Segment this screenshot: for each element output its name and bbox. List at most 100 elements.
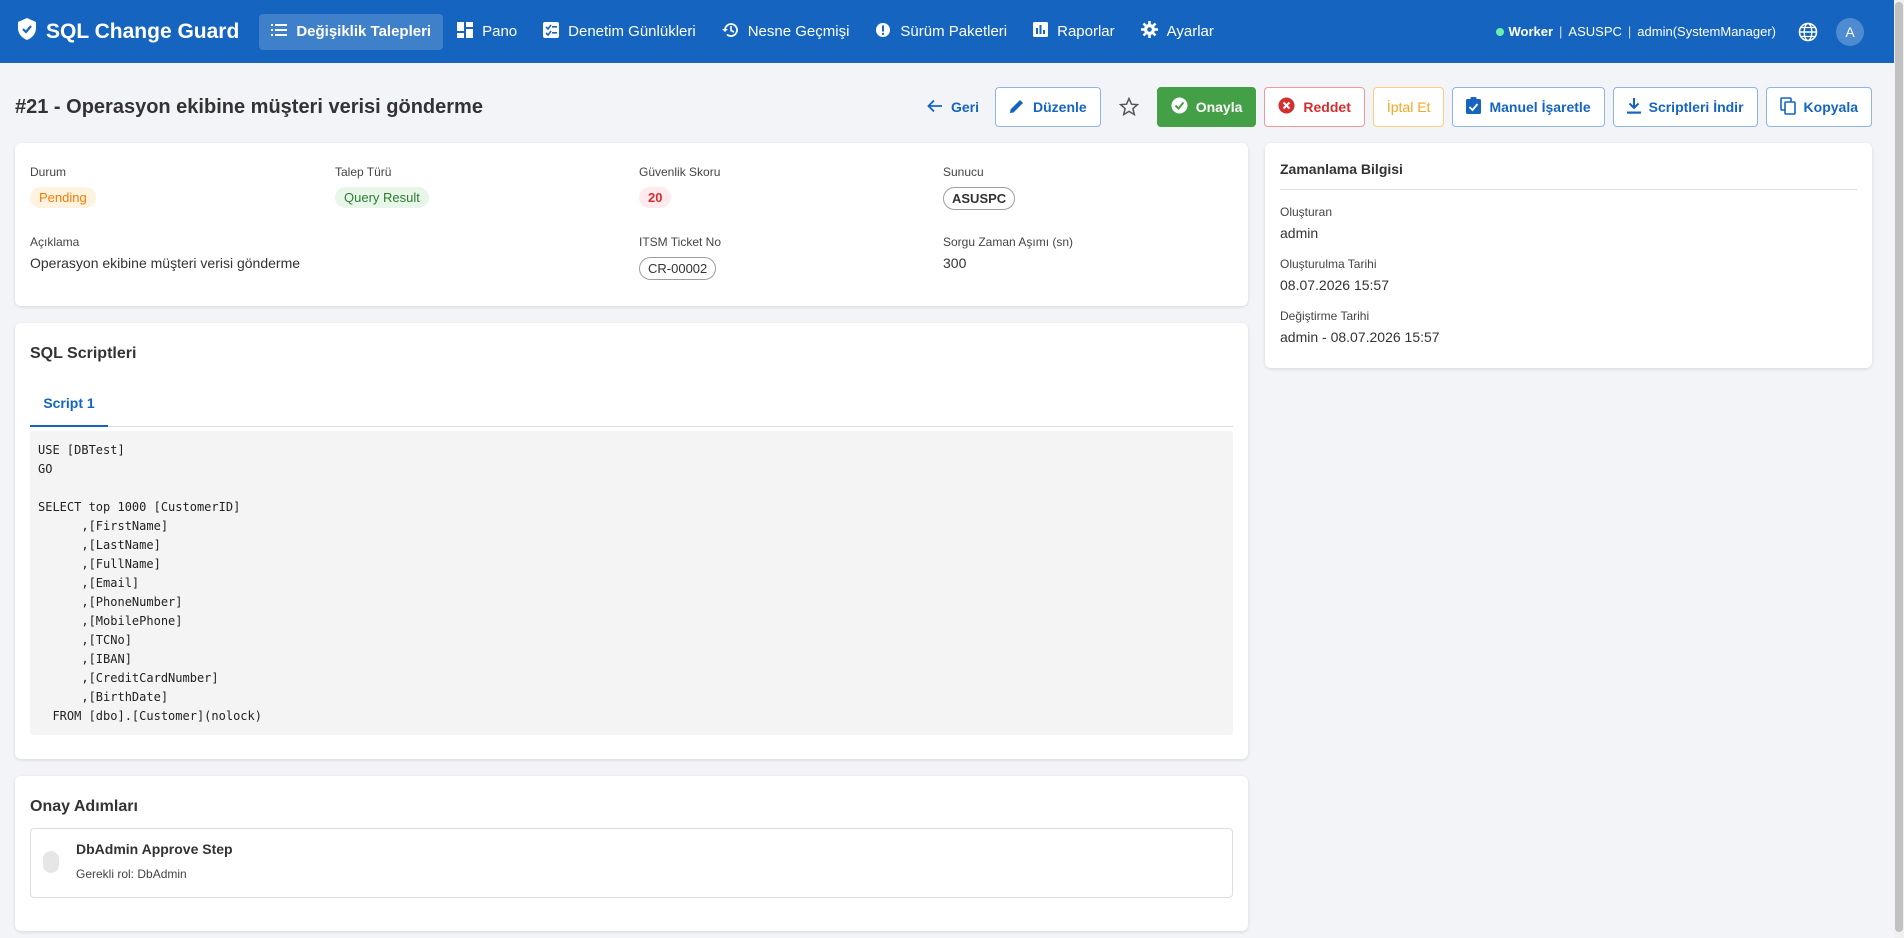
step-required-role: Gerekli rol: DbAdmin (76, 867, 187, 881)
separator: | (1559, 24, 1563, 39)
step-name: DbAdmin Approve Step (76, 841, 233, 857)
type-badge: Query Result (335, 187, 429, 208)
created-at-field: Oluşturulma Tarihi 08.07.2026 15:57 (1280, 257, 1389, 293)
brand[interactable]: SQL Change Guard (16, 17, 239, 47)
reject-button[interactable]: Reddet (1264, 87, 1365, 127)
back-button[interactable]: Geri (919, 87, 987, 127)
approval-step: DbAdmin Approve Step Gerekli rol: DbAdmi… (30, 828, 1233, 898)
approve-label: Onayla (1195, 99, 1243, 115)
avatar[interactable]: A (1836, 17, 1864, 46)
created-by-label: Oluşturan (1280, 205, 1333, 219)
sql-scripts-card: SQL Scriptleri Script 1 USE [DBTest] GO … (15, 323, 1248, 759)
language-globe-icon[interactable] (1798, 22, 1818, 42)
approval-steps-card: Onay Adımları DbAdmin Approve Step Gerek… (15, 776, 1248, 931)
nav-change-requests[interactable]: Değişiklik Talepleri (259, 13, 444, 50)
server-chip: ASUSPC (943, 187, 1016, 210)
timeout-label: Sorgu Zaman Aşımı (sn) (943, 235, 1074, 249)
nav-label: Değişiklik Talepleri (296, 23, 432, 40)
clipboard-check-icon (1466, 97, 1489, 117)
nav-label: Sürüm Paketleri (900, 23, 1008, 40)
timeout-field: Sorgu Zaman Aşımı (sn) 300 (943, 235, 1073, 271)
created-at-value: 08.07.2026 15:57 (1280, 277, 1389, 293)
modified-value: admin - 08.07.2026 15:57 (1280, 329, 1440, 345)
request-info-card: Durum Pending Talep Türü Query Result Gü… (15, 143, 1248, 306)
nav-release-packages[interactable]: Sürüm Paketleri (863, 14, 1019, 50)
nav-audit-logs[interactable]: Denetim Günlükleri (531, 14, 708, 50)
check-circle-icon (1171, 97, 1196, 117)
manual-mark-button[interactable]: Manuel İşaretle (1452, 87, 1605, 127)
cancel-button[interactable]: İptal Et (1372, 87, 1445, 127)
sql-scripts-title: SQL Scriptleri (30, 345, 137, 362)
app-title: SQL Change Guard (46, 19, 240, 43)
approval-steps-title: Onay Adımları (30, 798, 138, 815)
edit-button[interactable]: Düzenle (995, 87, 1101, 127)
timeout-value: 300 (943, 255, 967, 271)
status-label: Durum (30, 165, 67, 179)
cancel-label: İptal Et (1386, 99, 1431, 115)
nav-object-history[interactable]: Nesne Geçmişi (710, 14, 862, 50)
list-icon (271, 23, 296, 41)
tab-script-1[interactable]: Script 1 (30, 381, 108, 427)
nav-label: Nesne Geçmişi (747, 23, 850, 40)
arrow-left-icon (927, 99, 951, 116)
itsm-ticket-chip: CR-00002 (639, 257, 717, 280)
nav-reports[interactable]: Raporlar (1021, 14, 1127, 50)
server-field: Sunucu ASUSPC (943, 165, 1016, 210)
download-icon (1626, 97, 1649, 117)
gear-icon (1140, 21, 1167, 42)
itsm-field: ITSM Ticket No CR-00002 (639, 235, 721, 280)
copy-label: Kopyala (1803, 99, 1858, 115)
copy-button[interactable]: Kopyala (1765, 87, 1872, 127)
status-badge: Pending (30, 187, 96, 208)
approve-button[interactable]: Onayla (1156, 87, 1257, 127)
history-icon (721, 22, 748, 42)
cancel-circle-icon (1278, 97, 1303, 117)
audit-log-icon (543, 21, 568, 42)
divider (1280, 189, 1857, 190)
reject-label: Reddet (1303, 99, 1351, 115)
dashboard-icon (457, 21, 482, 42)
created-at-label: Oluşturulma Tarihi (1280, 257, 1377, 271)
manual-mark-label: Manuel İşaretle (1489, 99, 1591, 115)
type-label: Talep Türü (335, 165, 392, 179)
top-app-bar: SQL Change Guard Değişiklik Talepleri Pa… (0, 0, 1894, 63)
nav-label: Ayarlar (1166, 23, 1214, 40)
type-field: Talep Türü Query Result (335, 165, 429, 208)
scroll-thumb[interactable] (1895, 2, 1903, 932)
pencil-icon (1009, 98, 1033, 117)
worker-status-dot (1496, 27, 1505, 36)
worker-label: Worker (1508, 24, 1554, 39)
current-user: admin(SystemManager) (1637, 24, 1776, 39)
nav-label: Pano (482, 23, 518, 40)
favorite-star-icon[interactable] (1109, 87, 1149, 127)
sql-code-block[interactable]: USE [DBTest] GO SELECT top 1000 [Custome… (30, 431, 1233, 735)
package-icon (875, 22, 900, 42)
timing-info-card: Zamanlama Bilgisi Oluşturan admin Oluştu… (1265, 143, 1872, 368)
description-field: Açıklama Operasyon ekibine müşteri veris… (30, 235, 300, 271)
created-by-field: Oluşturan admin (1280, 205, 1332, 241)
download-scripts-button[interactable]: Scriptleri İndir (1612, 87, 1758, 127)
itsm-label: ITSM Ticket No (639, 235, 722, 249)
edit-label: Düzenle (1033, 99, 1087, 115)
nav-label: Raporlar (1057, 23, 1115, 40)
modified-field: Değiştirme Tarihi admin - 08.07.2026 15:… (1280, 309, 1440, 345)
nav-label: Denetim Günlükleri (568, 23, 696, 40)
worker-status: Worker (1508, 24, 1553, 39)
modified-label: Değiştirme Tarihi (1280, 309, 1370, 323)
page-title: #21 - Operasyon ekibine müşteri verisi g… (15, 96, 483, 118)
server-label: Sunucu (943, 165, 984, 179)
main-nav: Değişiklik Talepleri Pano Denetim Günlük… (259, 13, 1226, 50)
page-scrollbar[interactable] (1894, 0, 1904, 938)
created-by-value: admin (1280, 225, 1319, 241)
security-score-badge: 20 (639, 187, 672, 208)
security-score-field: Güvenlik Skoru 20 (639, 165, 720, 208)
security-score-label: Güvenlik Skoru (639, 165, 721, 179)
timing-title: Zamanlama Bilgisi (1280, 161, 1403, 177)
separator: | (1627, 24, 1632, 39)
back-label: Geri (951, 99, 980, 115)
server-name: ASUSPC (1568, 24, 1622, 39)
nav-settings[interactable]: Ayarlar (1129, 14, 1226, 50)
status-field: Durum Pending (30, 165, 96, 208)
nav-dashboard[interactable]: Pano (445, 14, 529, 50)
script-tabs: Script 1 (30, 381, 1233, 427)
